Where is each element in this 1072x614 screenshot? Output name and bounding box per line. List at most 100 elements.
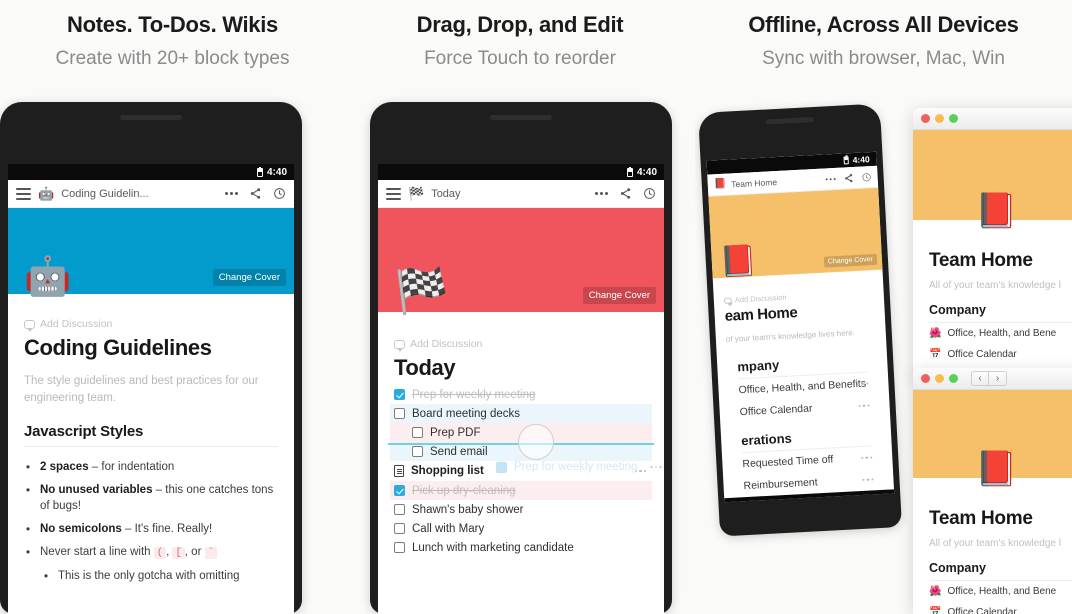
app-bar-actions [825, 172, 871, 184]
recents-icon[interactable] [848, 498, 858, 503]
screenshot-stage: Notes. To-Dos. Wikis Create with 20+ blo… [0, 0, 1072, 614]
phone-device-2: 4:40 🏁 Today Change Cover 🏁 Add Discussi… [370, 102, 672, 614]
add-discussion-button[interactable]: Add Discussion [378, 334, 664, 352]
panel-2-subtitle: Force Touch to reorder [424, 48, 616, 69]
chevron-right-icon[interactable]: › [989, 371, 1007, 386]
share-icon[interactable] [249, 187, 262, 200]
checkbox-checked[interactable] [394, 389, 405, 400]
panel-2-title: Drag, Drop, and Edit [416, 12, 624, 37]
maximize-icon[interactable] [949, 114, 958, 123]
close-icon[interactable] [921, 374, 930, 383]
list-item[interactable]: 🌺 Office, Health, and Bene [913, 323, 1072, 344]
panel-offline-across-devices: Offline, Across All Devices Sync with br… [695, 0, 1072, 614]
list-item[interactable]: • Never start a line with (, [, or ` [24, 540, 278, 564]
page-section-list: mpany Office, Health, and Benefits Offic… [716, 340, 894, 499]
calendar-icon: 📅 [929, 606, 942, 614]
clock-icon[interactable] [861, 172, 872, 183]
page-icon-flag[interactable]: 🏁 [394, 270, 449, 314]
add-discussion-button[interactable]: Add Discussion [8, 314, 294, 332]
mac-window-back[interactable]: 📕 Team Home All of your team's knowledge… [913, 108, 1072, 378]
document-icon [394, 465, 404, 477]
section-heading[interactable]: Company [913, 549, 1072, 580]
page-title[interactable]: Team Home [913, 244, 1072, 272]
checkbox[interactable] [394, 523, 405, 534]
bullet-dot: • [43, 568, 49, 583]
minimize-icon[interactable] [935, 114, 944, 123]
list-item-text: This is the only gotcha with omitting [58, 569, 240, 582]
page-title[interactable]: Coding Guidelines [8, 330, 294, 361]
page-title[interactable]: Team Home [913, 502, 1072, 530]
book-icon: 📕 [713, 178, 727, 190]
list-item-label: Office, Health, and Bene [947, 328, 1057, 339]
list-item[interactable]: 📅 Office Calendar [913, 344, 1072, 365]
panel-3-subtitle: Sync with browser, Mac, Win [762, 48, 1005, 69]
clock-icon[interactable] [273, 187, 286, 200]
list-item-label: Office, Health, and Benefits [738, 377, 867, 397]
list-item[interactable]: • No semicolons – It's fine. Really! [24, 517, 278, 540]
checklist-item[interactable]: Board meeting decks [390, 404, 652, 423]
list-item[interactable]: • This is the only gotcha with omitting [24, 564, 278, 587]
share-icon[interactable] [619, 187, 632, 200]
comment-icon [24, 319, 35, 332]
page-description[interactable]: All of your team's knowledge l [913, 530, 1072, 549]
checklist-item[interactable]: Prep for weekly meeting [390, 385, 652, 404]
close-icon[interactable] [921, 114, 930, 123]
list-item-text: No unused variables – this one catches t… [40, 483, 274, 512]
checkbox[interactable] [412, 446, 423, 457]
page-icon-robot[interactable]: 🤖 [24, 258, 71, 296]
page-description[interactable]: All of your team's knowledge l [913, 272, 1072, 291]
mac-window-front[interactable]: ‹ › 📕 Team Home All of your team's knowl… [913, 368, 1072, 614]
list-item[interactable]: • 2 spaces – for indentation [24, 455, 278, 478]
more-icon[interactable] [856, 382, 869, 386]
more-icon[interactable] [858, 404, 870, 408]
hamburger-icon[interactable] [386, 187, 401, 200]
change-cover-button[interactable]: Change Cover [823, 253, 878, 268]
list-item[interactable]: 🌺 Office, Health, and Bene [913, 581, 1072, 602]
more-icon[interactable] [860, 456, 873, 460]
file-item-label: Shopping list [411, 465, 484, 477]
panel-3-header: Offline, Across All Devices Sync with br… [695, 0, 1072, 74]
more-icon[interactable] [225, 192, 238, 195]
checklist-item[interactable]: Shawn's baby shower [390, 500, 652, 519]
change-cover-button[interactable]: Change Cover [582, 287, 656, 304]
more-icon[interactable] [825, 177, 836, 180]
more-icon[interactable] [861, 478, 874, 482]
status-time: 4:40 [266, 166, 287, 178]
section-heading[interactable]: Javascript Styles [8, 407, 294, 446]
page-icon-book[interactable]: 📕 [719, 244, 758, 279]
drag-ghost-row: Prep for weekly meeting [496, 461, 662, 473]
more-icon[interactable] [595, 192, 608, 195]
phone-speaker [120, 115, 182, 120]
phone-screen-2: 4:40 🏁 Today Change Cover 🏁 Add Discussi… [378, 164, 664, 614]
home-icon[interactable] [804, 500, 814, 503]
checklist-item[interactable]: Lunch with marketing candidate [390, 538, 652, 557]
checkbox-checked-ghost [496, 461, 507, 473]
clock-icon[interactable] [643, 187, 656, 200]
checkbox[interactable] [394, 542, 405, 553]
chevron-left-icon[interactable]: ‹ [971, 371, 989, 386]
list-item[interactable]: • No unused variables – this one catches… [24, 478, 278, 517]
page-icon-book[interactable]: 📕 [975, 452, 1017, 486]
panel-1-title: Notes. To-Dos. Wikis [67, 12, 278, 37]
panel-drag-drop-edit: Drag, Drop, and Edit Force Touch to reor… [345, 0, 695, 614]
minimize-icon[interactable] [935, 374, 944, 383]
phone-screen-1: 4:40 🤖 Coding Guidelin... Change Cover 🤖… [8, 164, 294, 614]
hamburger-icon[interactable] [16, 187, 31, 200]
phone-device-3: 4:40 📕 Team Home Change Cover 📕 Add Disc… [698, 103, 902, 537]
page-title[interactable]: Today [378, 350, 664, 381]
checklist-item[interactable]: Call with Mary [390, 519, 652, 538]
list-item-label: Requested Time off [742, 453, 834, 471]
checkbox[interactable] [412, 427, 423, 438]
maximize-icon[interactable] [949, 374, 958, 383]
share-icon[interactable] [843, 173, 854, 184]
section-heading[interactable]: Company [913, 291, 1072, 322]
list-item[interactable]: 📅 Office Calendar [913, 602, 1072, 614]
page-description[interactable]: The style guidelines and best practices … [8, 361, 294, 407]
checkbox[interactable] [394, 408, 405, 419]
page-icon-book[interactable]: 📕 [975, 194, 1017, 228]
app-bar-actions [595, 187, 656, 200]
checkbox-checked[interactable] [394, 485, 405, 496]
checkbox[interactable] [394, 504, 405, 515]
change-cover-button[interactable]: Change Cover [212, 269, 286, 286]
checklist-item[interactable]: Pick up dry-cleaning [390, 481, 652, 500]
